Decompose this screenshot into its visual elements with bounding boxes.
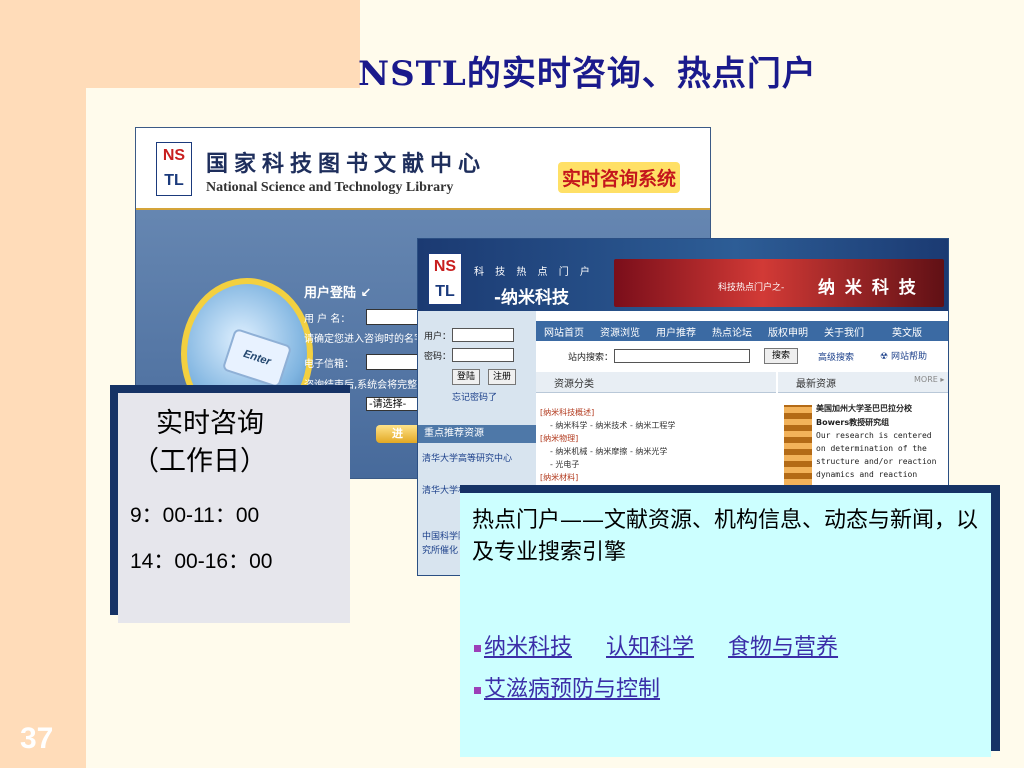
bullet-icon: [474, 686, 481, 694]
news-line: structure and/or reaction: [816, 457, 937, 466]
org-name-cn: 国家科技图书文献中心: [206, 151, 487, 177]
consult-time-morning: 9：00-11：00: [130, 504, 260, 527]
left-decoration-band: [0, 0, 86, 768]
portal-links-row: 艾滋病预防与控制: [474, 671, 694, 703]
category-title[interactable]: [纳米物理]: [540, 433, 578, 444]
consult-header: NS TL 国家科技图书文献中心 National Science and Te…: [136, 128, 710, 210]
link-food-nutrition[interactable]: 食物与营养: [728, 635, 838, 660]
link-cognitive-science[interactable]: 认知科学: [606, 635, 694, 660]
site-help-label: 网站帮助: [890, 352, 927, 362]
org-name-en: National Science and Technology Library: [206, 180, 454, 195]
system-name-badge: 实时咨询系统: [558, 162, 681, 193]
portal-subtitle: 科 技 热 点 门 户: [474, 267, 594, 278]
logo-text-top: NS: [162, 147, 186, 164]
banner-big-text: 纳 米 科 技: [818, 278, 918, 298]
portal-description: 热点门户——文献资源、机构信息、动态与新闻，以及专业搜索引擎: [472, 508, 979, 565]
enter-key-illustration: Enter: [221, 327, 293, 389]
consult-hours-box: 实时咨询 （工作日） 9：00-11：00 14：00-16：00: [118, 393, 350, 623]
recommend-item[interactable]: 究所催化: [422, 543, 458, 556]
resource-section-header: 资源分类: [536, 372, 776, 393]
link-nanotech[interactable]: 纳米科技: [484, 635, 572, 660]
portal-header: NS TL 科 技 热 点 门 户 -纳米科技 科技热点门户之- 纳 米 科 技: [418, 239, 948, 311]
bullet-icon: [474, 644, 481, 652]
nav-item-browse[interactable]: 资源浏览: [600, 324, 640, 339]
search-button[interactable]: 搜索: [764, 348, 798, 364]
nav-item-about[interactable]: 关于我们: [824, 324, 864, 339]
page-number: 37: [20, 722, 54, 755]
recommend-item[interactable]: 清华大学高等研究中心: [422, 451, 512, 464]
news-line[interactable]: Bowers教授研究组: [816, 417, 889, 428]
category-title[interactable]: [纳米科技概述]: [540, 407, 594, 418]
site-search-input[interactable]: [614, 349, 750, 363]
portal-name: -纳米科技: [494, 288, 570, 308]
nav-item-english[interactable]: 英文版: [892, 324, 922, 339]
top-decoration-band: [86, 0, 360, 88]
portal-login-button[interactable]: 登陆: [452, 369, 480, 385]
portal-links-row: 纳米科技 认知科学 食物与营养: [474, 629, 872, 661]
portal-logo-text-bottom: TL: [435, 283, 455, 300]
news-section-header: 最新资源 MORE ▸: [778, 372, 948, 393]
portal-password-input[interactable]: [452, 348, 514, 362]
banner-small-text: 科技热点门户之-: [718, 283, 785, 293]
consult-box-subtitle: （工作日）: [132, 446, 267, 477]
link-aids-prevention[interactable]: 艾滋病预防与控制: [484, 677, 660, 702]
consult-box-title: 实时咨询: [156, 408, 264, 439]
category-sub[interactable]: - 纳米机械 - 纳米摩擦 - 纳米光学: [550, 446, 667, 457]
consult-time-afternoon: 14：00-16：00: [130, 550, 273, 573]
more-link[interactable]: MORE ▸: [914, 375, 944, 384]
category-sub[interactable]: - 光电子: [550, 459, 579, 470]
nav-item-recommend[interactable]: 用户推荐: [656, 324, 696, 339]
slide-title: NSTL的实时咨询、热点门户: [358, 54, 817, 94]
resource-section-title: 资源分类: [554, 379, 594, 390]
category-title[interactable]: [纳米材料]: [540, 472, 578, 483]
news-line: Our research is centered: [816, 431, 932, 440]
email-label: 电子信箱：: [304, 359, 354, 370]
username-label: 用 户 名：: [304, 314, 351, 325]
news-line: dynamics and reaction: [816, 470, 918, 479]
news-line: on determination of the: [816, 444, 927, 453]
news-section-title: 最新资源: [796, 379, 836, 390]
forgot-password-link[interactable]: 忘记密码了: [452, 390, 497, 403]
portal-user-input[interactable]: [452, 328, 514, 342]
nstl-logo: NS TL: [156, 142, 192, 196]
portal-nstl-logo: NS TL: [428, 253, 462, 305]
news-line[interactable]: 美国加州大学圣巴巴拉分校: [816, 403, 912, 414]
site-help-link[interactable]: ☢ 网站帮助: [880, 349, 927, 362]
portal-password-label: 密码：: [424, 352, 452, 362]
portal-register-button[interactable]: 注册: [488, 369, 516, 385]
site-search-label: 站内搜索：: [568, 353, 614, 363]
login-title: 用户登陆 ↙: [304, 286, 372, 301]
notice-text: 请确定您进入咨询时的名字: [304, 334, 424, 345]
nav-item-home[interactable]: 网站首页: [544, 324, 584, 339]
portal-nav-bar: 网站首页 资源浏览 用户推荐 热点论坛 版权申明 关于我们 英文版: [536, 321, 948, 341]
portal-user-label: 用户：: [424, 332, 452, 342]
nav-item-forum[interactable]: 热点论坛: [712, 324, 752, 339]
advanced-search-link[interactable]: 高级搜索: [818, 350, 854, 363]
category-sub[interactable]: - 纳米科学 - 纳米技术 - 纳米工程学: [550, 420, 675, 431]
recommend-title: 重点推荐资源: [418, 425, 536, 443]
portal-logo-text-top: NS: [433, 258, 457, 275]
portal-description-box: 热点门户——文献资源、机构信息、动态与新闻，以及专业搜索引擎 纳米科技 认知科学 食…: [460, 493, 991, 757]
category-select[interactable]: -请选择-: [366, 397, 424, 411]
logo-text-bottom: TL: [164, 172, 184, 189]
nav-item-copyright[interactable]: 版权申明: [768, 324, 808, 339]
